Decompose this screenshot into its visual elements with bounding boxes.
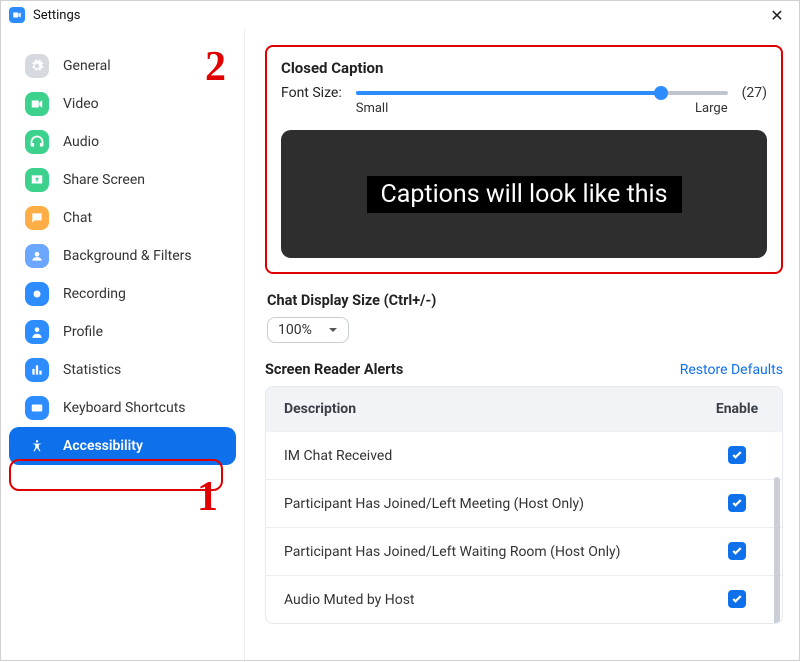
camera-icon <box>25 92 49 116</box>
slider-min-label: Small <box>356 101 389 116</box>
sidebar-item-label: Video <box>63 96 99 112</box>
alert-desc: Participant Has Joined/Left Meeting (Hos… <box>266 482 692 526</box>
col-header-description: Description <box>266 387 692 431</box>
sidebar-item-label: Profile <box>63 324 103 340</box>
sidebar-item-label: General <box>63 58 111 74</box>
sidebar-item-label: Chat <box>63 210 92 226</box>
sidebar-item-label: Audio <box>63 134 99 150</box>
sidebar-item-background[interactable]: Background & Filters <box>9 237 236 275</box>
font-size-label: Font Size: <box>281 85 342 101</box>
sidebar-item-profile[interactable]: Profile <box>9 313 236 351</box>
share-screen-icon <box>25 168 49 192</box>
sidebar-item-share-screen[interactable]: Share Screen <box>9 161 236 199</box>
alert-desc: IM Chat Received <box>266 434 692 478</box>
content-area: Closed Caption Font Size: Small Large (2… <box>245 29 799 662</box>
sidebar-item-audio[interactable]: Audio <box>9 123 236 161</box>
slider-thumb[interactable] <box>654 86 668 100</box>
profile-icon <box>25 320 49 344</box>
app-icon <box>9 7 25 23</box>
keyboard-icon <box>25 396 49 420</box>
close-button[interactable]: ✕ <box>763 1 791 29</box>
sidebar-item-label: Keyboard Shortcuts <box>63 400 186 416</box>
sidebar-item-video[interactable]: Video <box>9 85 236 123</box>
alert-row: Participant Has Joined/Left Waiting Room… <box>266 527 782 575</box>
accessibility-icon <box>25 434 49 458</box>
chat-size-select[interactable]: 100% <box>267 317 349 343</box>
alert-enable-checkbox[interactable] <box>728 542 746 560</box>
alerts-table: Description Enable IM Chat Received Part… <box>265 386 783 624</box>
alert-enable-checkbox[interactable] <box>728 446 746 464</box>
background-icon <box>25 244 49 268</box>
caption-preview-text: Captions will look like this <box>367 176 682 213</box>
window-title: Settings <box>33 8 80 23</box>
sidebar-item-label: Statistics <box>63 362 121 378</box>
alert-row: Audio Muted by Host <box>266 575 782 623</box>
sidebar-item-label: Recording <box>63 286 126 302</box>
chevron-down-icon <box>328 325 338 335</box>
alert-desc: Participant Has Joined/Left Waiting Room… <box>266 530 692 574</box>
closed-caption-panel: Closed Caption Font Size: Small Large (2… <box>265 45 783 274</box>
font-size-slider[interactable]: Small Large <box>356 85 728 116</box>
chat-icon <box>25 206 49 230</box>
screen-reader-heading: Screen Reader Alerts <box>265 361 403 378</box>
restore-defaults-link[interactable]: Restore Defaults <box>680 362 783 378</box>
alert-enable-checkbox[interactable] <box>728 590 746 608</box>
sidebar-item-statistics[interactable]: Statistics <box>9 351 236 389</box>
slider-max-label: Large <box>695 101 728 116</box>
font-size-value: (27) <box>742 85 767 101</box>
alert-desc: Audio Muted by Host <box>266 578 692 622</box>
headphones-icon <box>25 130 49 154</box>
alerts-body: IM Chat Received Participant Has Joined/… <box>266 431 782 623</box>
sidebar-item-label: Share Screen <box>63 172 145 188</box>
col-header-enable: Enable <box>692 387 782 431</box>
caption-preview: Captions will look like this <box>281 130 767 258</box>
record-icon <box>25 282 49 306</box>
titlebar: Settings ✕ <box>1 1 799 29</box>
sidebar: General Video Audio Share Screen Chat Ba… <box>1 29 245 662</box>
font-size-row: Font Size: Small Large (27) <box>281 85 767 116</box>
closed-caption-heading: Closed Caption <box>281 59 767 77</box>
stats-icon <box>25 358 49 382</box>
sidebar-item-accessibility[interactable]: Accessibility <box>9 427 236 465</box>
sidebar-item-label: Background & Filters <box>63 248 192 264</box>
alert-row: Participant Has Joined/Left Meeting (Hos… <box>266 479 782 527</box>
alert-enable-checkbox[interactable] <box>728 494 746 512</box>
alert-row: IM Chat Received <box>266 431 782 479</box>
gear-icon <box>25 54 49 78</box>
chat-size-value: 100% <box>278 322 312 338</box>
alerts-header-row: Description Enable <box>266 387 782 431</box>
sidebar-item-label: Accessibility <box>63 438 143 454</box>
sidebar-item-chat[interactable]: Chat <box>9 199 236 237</box>
sidebar-item-general[interactable]: General <box>9 47 236 85</box>
alerts-scrollbar[interactable] <box>774 477 780 624</box>
chat-display-heading: Chat Display Size (Ctrl+/-) <box>267 292 783 309</box>
sidebar-item-keyboard[interactable]: Keyboard Shortcuts <box>9 389 236 427</box>
main-layout: General Video Audio Share Screen Chat Ba… <box>1 29 799 662</box>
sidebar-item-recording[interactable]: Recording <box>9 275 236 313</box>
